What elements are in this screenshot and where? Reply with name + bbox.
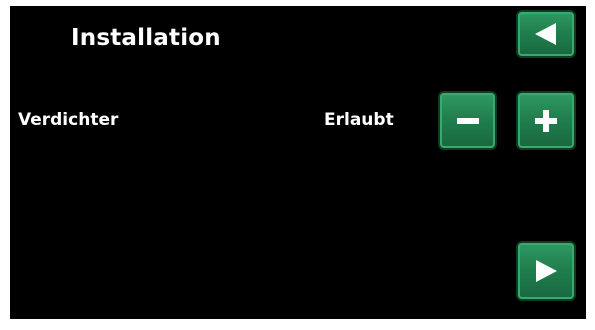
setting-value: Erlaubt — [324, 110, 394, 130]
minus-icon — [456, 117, 479, 124]
arrow-right-icon — [536, 260, 557, 282]
increase-button[interactable] — [518, 93, 574, 148]
plus-icon — [535, 109, 557, 132]
arrow-left-icon — [535, 23, 556, 45]
screen: Installation Verdichter Erlaubt — [10, 6, 586, 319]
decrease-button[interactable] — [440, 93, 495, 148]
setting-label: Verdichter — [18, 110, 119, 130]
page-title: Installation — [71, 25, 221, 51]
back-button[interactable] — [518, 12, 574, 56]
next-button[interactable] — [518, 243, 574, 299]
